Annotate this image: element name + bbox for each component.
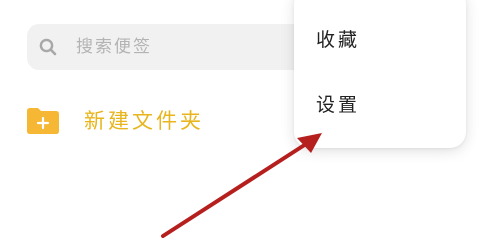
new-folder-button[interactable]: 新建文件夹	[26, 104, 204, 138]
popup-menu: 收藏 设置	[294, 0, 466, 148]
folder-add-icon	[27, 108, 59, 134]
menu-item-settings[interactable]: 设置	[316, 93, 360, 117]
search-bar[interactable]: 搜索便签	[27, 24, 327, 70]
menu-item-favorites[interactable]: 收藏	[316, 28, 360, 52]
search-placeholder: 搜索便签	[76, 37, 152, 57]
new-folder-label: 新建文件夹	[84, 109, 204, 133]
search-icon	[39, 38, 57, 56]
